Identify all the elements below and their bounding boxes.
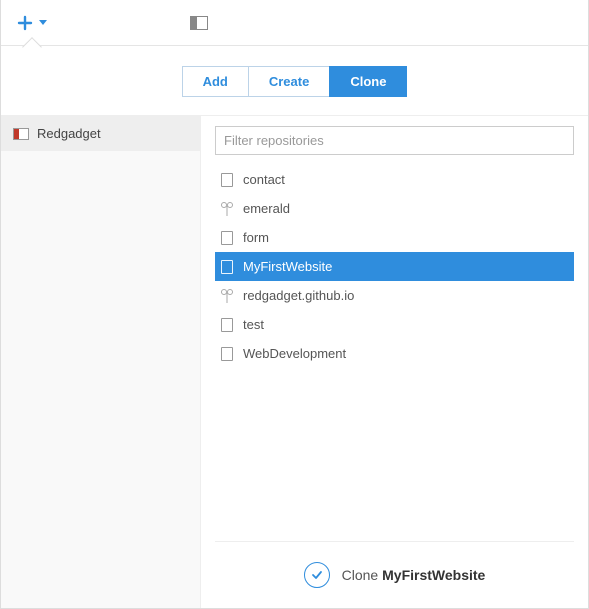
fork-icon	[221, 202, 233, 216]
repo-item[interactable]: redgadget.github.io	[215, 281, 574, 310]
repo-item[interactable]: WebDevelopment	[215, 339, 574, 368]
repo-icon	[221, 347, 233, 361]
repo-item[interactable]: MyFirstWebsite	[215, 252, 574, 281]
repo-item[interactable]: contact	[215, 165, 574, 194]
sidebar-toggle-icon[interactable]	[190, 16, 208, 30]
repo-name: redgadget.github.io	[243, 288, 354, 303]
repo-item[interactable]: emerald	[215, 194, 574, 223]
filter-repositories-input[interactable]	[215, 126, 574, 155]
clone-tab[interactable]: Clone	[329, 66, 407, 97]
add-tab[interactable]: Add	[182, 66, 249, 97]
account-name: Redgadget	[37, 126, 101, 141]
repo-name: contact	[243, 172, 285, 187]
repo-icon	[221, 173, 233, 187]
fork-icon	[221, 289, 233, 303]
repository-list: contact emerald form MyFirstWebsite redgadge…	[215, 165, 574, 541]
repo-name: emerald	[243, 201, 290, 216]
repo-item[interactable]: form	[215, 223, 574, 252]
repo-name: WebDevelopment	[243, 346, 346, 361]
mode-segmented-control: Add Create Clone	[1, 46, 588, 115]
chevron-down-icon	[39, 20, 47, 25]
account-avatar-icon	[13, 128, 29, 140]
add-menu-button[interactable]	[9, 9, 55, 37]
clone-action-label: Clone MyFirstWebsite	[342, 567, 486, 583]
check-circle-icon	[304, 562, 330, 588]
repo-icon	[221, 260, 233, 274]
accounts-sidebar: Redgadget	[1, 116, 201, 608]
repo-name: MyFirstWebsite	[243, 259, 332, 274]
repo-name: test	[243, 317, 264, 332]
create-tab[interactable]: Create	[248, 66, 330, 97]
repo-icon	[221, 318, 233, 332]
repo-icon	[221, 231, 233, 245]
clone-action-button[interactable]: Clone MyFirstWebsite	[215, 541, 574, 608]
repo-item[interactable]: test	[215, 310, 574, 339]
repo-name: form	[243, 230, 269, 245]
plus-icon	[17, 15, 33, 31]
account-item[interactable]: Redgadget	[1, 116, 200, 151]
